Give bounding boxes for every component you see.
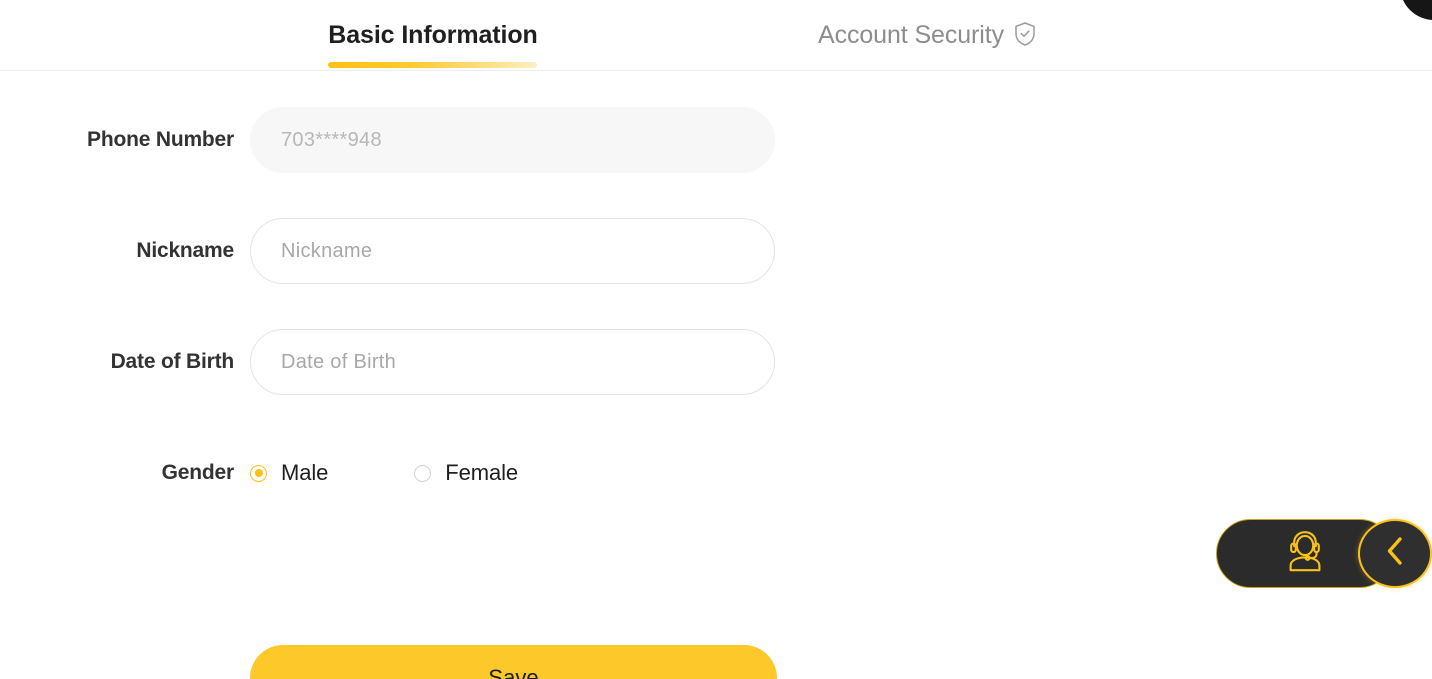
date-of-birth-input[interactable]: Date of Birth — [250, 329, 775, 395]
tab-basic-information-label: Basic Information — [328, 20, 538, 49]
nickname-input[interactable]: Nickname — [250, 218, 775, 284]
form-row-nickname: Nickname Nickname — [0, 216, 800, 286]
date-of-birth-label: Date of Birth — [110, 350, 235, 373]
form-row-gender: Gender Male Female — [0, 438, 800, 508]
tab-bar: Basic Information Account Security — [0, 0, 1432, 71]
shield-check-icon — [1013, 21, 1037, 52]
radio-unselected-icon — [414, 464, 432, 482]
gender-option-male-label: Male — [281, 460, 329, 485]
form-row-date-of-birth: Date of Birth Date of Birth — [0, 327, 800, 397]
tab-basic-information[interactable]: Basic Information — [268, 0, 598, 70]
tab-account-security[interactable]: Account Security — [760, 0, 1095, 70]
phone-number-input: 703****948 — [250, 107, 775, 173]
tab-account-security-label: Account Security — [818, 20, 1004, 49]
gender-label: Gender — [161, 461, 235, 484]
nickname-label: Nickname — [136, 239, 234, 262]
save-button[interactable]: Save — [250, 645, 777, 679]
profile-settings-screen: Basic Information Account Security Phone… — [0, 0, 1432, 679]
date-of-birth-placeholder: Date of Birth — [281, 350, 397, 373]
gender-radio-group: Male Female — [250, 440, 518, 506]
gender-option-female[interactable]: Female — [414, 460, 518, 486]
customer-service-headset-icon — [1282, 528, 1328, 579]
chevron-left-icon — [1381, 534, 1409, 573]
nickname-placeholder: Nickname — [281, 239, 373, 262]
active-tab-indicator — [328, 62, 537, 68]
gender-option-female-label: Female — [445, 460, 519, 485]
gender-option-male[interactable]: Male — [250, 460, 328, 486]
collapse-widget-button[interactable] — [1358, 519, 1432, 588]
phone-number-value: 703****948 — [281, 128, 382, 151]
floating-support-widget — [1216, 519, 1432, 588]
form-row-phone-number: Phone Number 703****948 — [0, 105, 800, 175]
radio-selected-icon — [250, 464, 267, 482]
phone-number-label: Phone Number — [87, 128, 234, 151]
